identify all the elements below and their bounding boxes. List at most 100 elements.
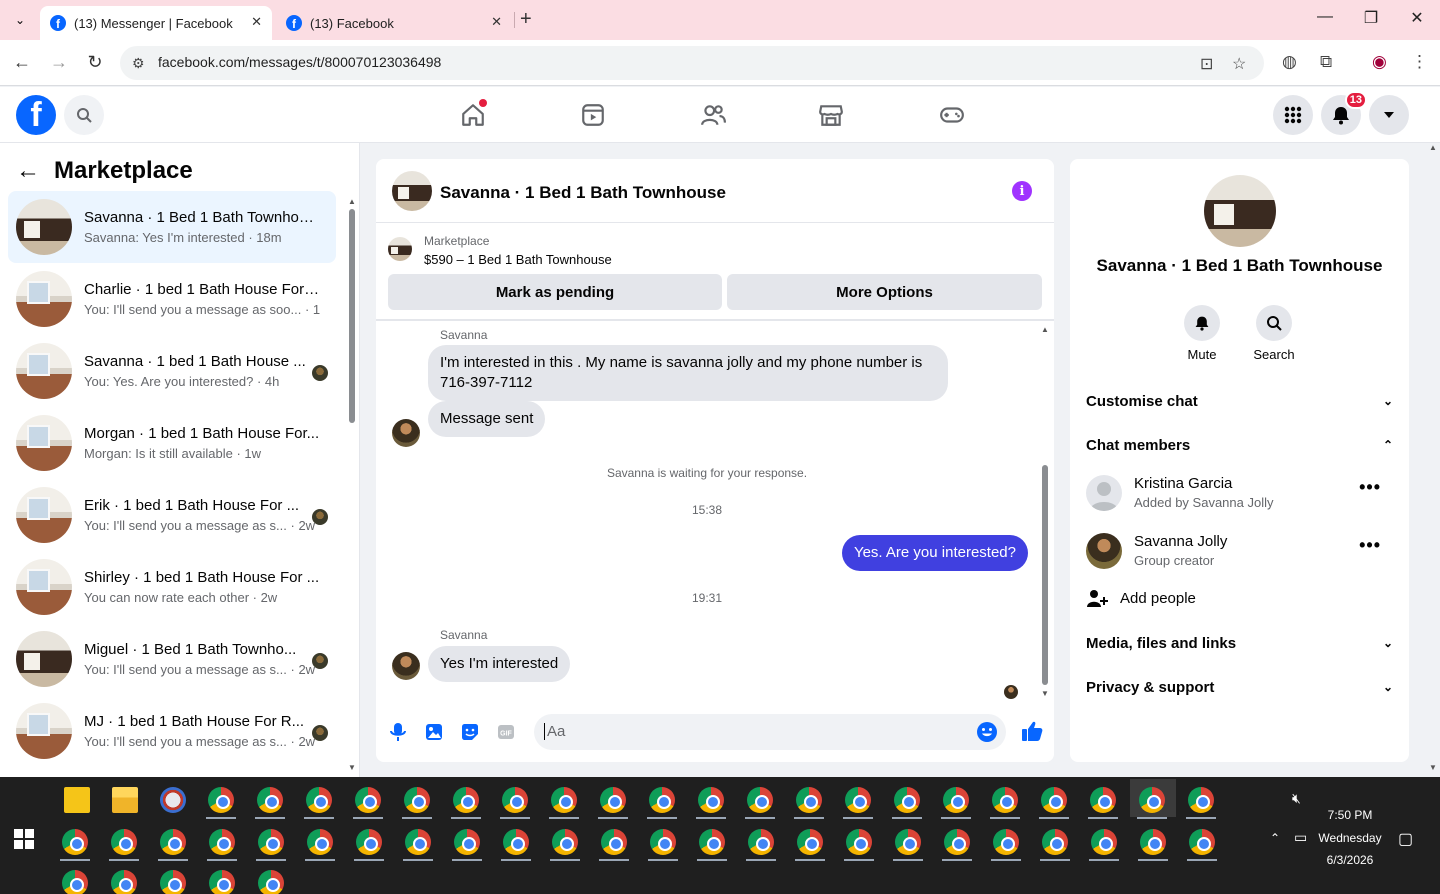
omnibox[interactable]: ⚙ facebook.com/messages/t/80007012303649… <box>120 46 1264 80</box>
chrome-window-icon[interactable] <box>698 787 724 813</box>
chrome-window-icon[interactable] <box>257 787 283 813</box>
chrome-window-icon[interactable] <box>551 787 577 813</box>
member-row[interactable]: Kristina Garcia Added by Savanna Jolly •… <box>1086 471 1393 515</box>
forward-button[interactable]: → <box>47 52 71 73</box>
microphone-icon[interactable] <box>387 721 409 743</box>
chrome-window-icon[interactable] <box>796 787 822 813</box>
chrome-window-icon[interactable] <box>1139 787 1165 813</box>
more-options-icon[interactable]: ••• <box>1359 477 1381 498</box>
sender-avatar[interactable] <box>392 652 420 680</box>
scroll-up-arrow-icon[interactable]: ▲ <box>348 197 356 206</box>
scroll-down-arrow-icon[interactable]: ▼ <box>1429 763 1437 772</box>
privacy-support-section[interactable]: Privacy & support ⌄ <box>1086 675 1393 699</box>
minimize-button[interactable]: — <box>1313 8 1337 26</box>
chrome-window-icon[interactable] <box>160 870 186 894</box>
chrome-window-icon[interactable] <box>208 787 234 813</box>
chrome-window-icon[interactable] <box>307 829 333 855</box>
info-icon[interactable]: i <box>1012 181 1032 201</box>
chrome-window-icon[interactable] <box>600 787 626 813</box>
chrome-window-icon[interactable] <box>404 787 430 813</box>
chrome-window-icon[interactable] <box>355 787 381 813</box>
chrome-window-icon[interactable] <box>1042 829 1068 855</box>
emoji-icon[interactable] <box>976 721 998 743</box>
marketplace-icon[interactable] <box>811 97 851 133</box>
close-window-button[interactable]: ✕ <box>1405 8 1429 28</box>
chrome-window-icon[interactable] <box>1189 829 1215 855</box>
incoming-message[interactable]: I'm interested in this . My name is sava… <box>428 345 948 401</box>
sticker-icon[interactable] <box>459 721 481 743</box>
mute-button[interactable]: Mute <box>1172 305 1232 362</box>
conversation-thumbnail[interactable] <box>16 271 72 327</box>
more-options-icon[interactable]: ••• <box>1359 535 1381 556</box>
account-dropdown-button[interactable] <box>1369 95 1409 135</box>
profile-icon[interactable]: ◉ <box>1372 52 1387 72</box>
incoming-message[interactable]: Yes I'm interested <box>428 646 571 682</box>
member-avatar[interactable] <box>1086 475 1122 511</box>
chrome-window-icon[interactable] <box>502 787 528 813</box>
scroll-down-arrow-icon[interactable]: ▼ <box>1041 689 1049 698</box>
conversation-thumbnail[interactable] <box>16 487 72 543</box>
search-in-chat-button[interactable]: Search <box>1244 305 1304 362</box>
clock-day[interactable]: Wednesday <box>1312 831 1388 845</box>
chrome-window-icon[interactable] <box>306 787 332 813</box>
chat-scrollbar[interactable]: ▲ ▼ <box>1040 325 1050 699</box>
tab-messenger[interactable]: f (13) Messenger | Facebook ✕ <box>40 6 272 40</box>
video-icon[interactable] <box>573 97 613 133</box>
new-tab-button[interactable]: + <box>520 8 532 31</box>
conversation-item[interactable]: Morgan · 1 bed 1 Bath House For... Morgan… <box>8 407 336 479</box>
sticky-notes-icon[interactable] <box>64 787 90 813</box>
incoming-message[interactable]: Message sent <box>428 401 546 437</box>
page-scrollbar[interactable]: ▲ ▼ <box>1426 143 1440 777</box>
chrome-window-icon[interactable] <box>747 787 773 813</box>
menu-grid-icon[interactable] <box>1273 95 1313 135</box>
conversation-thumbnail[interactable] <box>16 631 72 687</box>
chrome-window-icon[interactable] <box>748 829 774 855</box>
conversation-item[interactable]: Charlie · 1 bed 1 Bath House For ... You:… <box>8 263 336 335</box>
chrome-window-icon[interactable] <box>503 829 529 855</box>
tab-close-icon[interactable]: ✕ <box>491 14 502 30</box>
member-row[interactable]: Savanna Jolly Group creator ••• <box>1086 529 1393 573</box>
chrome-window-icon[interactable] <box>356 829 382 855</box>
back-button[interactable]: ← <box>10 52 34 73</box>
home-icon[interactable] <box>453 97 493 133</box>
chrome-window-icon[interactable] <box>258 829 284 855</box>
globe-icon[interactable]: ◍ <box>1282 52 1297 72</box>
tab-search-button[interactable]: ⌄ <box>8 8 32 32</box>
mark-as-pending-button[interactable]: Mark as pending <box>388 274 722 310</box>
notification-center-icon[interactable]: ▢ <box>1398 829 1413 849</box>
customise-chat-section[interactable]: Customise chat ⌄ <box>1086 389 1393 413</box>
sender-avatar[interactable] <box>392 419 420 447</box>
chrome-window-icon[interactable] <box>454 829 480 855</box>
browser-menu-icon[interactable]: ⋮ <box>1411 52 1428 72</box>
chrome-window-icon[interactable] <box>552 829 578 855</box>
scrollbar-thumb[interactable] <box>1042 465 1048 685</box>
chrome-window-icon[interactable] <box>944 829 970 855</box>
install-app-icon[interactable]: ⊡ <box>1200 54 1213 74</box>
chevron-up-icon[interactable]: ⌃ <box>1270 831 1280 845</box>
url-text[interactable]: facebook.com/messages/t/800070123036498 <box>158 54 441 70</box>
member-avatar[interactable] <box>1086 533 1122 569</box>
conversation-item[interactable]: Erik · 1 bed 1 Bath House For ... You: I'… <box>8 479 336 551</box>
reload-button[interactable]: ↻ <box>83 52 107 73</box>
friends-icon[interactable] <box>693 97 733 133</box>
chrome-window-icon[interactable] <box>111 829 137 855</box>
chrome-window-icon[interactable] <box>797 829 823 855</box>
chrome-window-icon[interactable] <box>845 787 871 813</box>
scroll-up-arrow-icon[interactable]: ▲ <box>1429 143 1437 152</box>
chat-members-section[interactable]: Chat members ⌃ <box>1086 433 1393 457</box>
chrome-window-icon[interactable] <box>111 870 137 894</box>
chrome-window-icon[interactable] <box>993 829 1019 855</box>
chrome-window-icon[interactable] <box>1041 787 1067 813</box>
gaming-icon[interactable] <box>932 97 972 133</box>
chrome-window-icon[interactable] <box>209 829 235 855</box>
photo-icon[interactable] <box>423 721 445 743</box>
back-arrow-icon[interactable]: ← <box>16 157 40 185</box>
chrome-window-icon[interactable] <box>1090 787 1116 813</box>
conversation-item[interactable]: Shirley · 1 bed 1 Bath House For ... You … <box>8 551 336 623</box>
outgoing-message[interactable]: Yes. Are you interested? <box>841 535 1028 571</box>
facebook-logo-icon[interactable]: f <box>16 95 56 135</box>
chrome-window-icon[interactable] <box>894 787 920 813</box>
chrome-window-icon[interactable] <box>1091 829 1117 855</box>
conversation-thumbnail[interactable] <box>16 703 72 759</box>
gif-icon[interactable]: GIF <box>495 721 517 743</box>
